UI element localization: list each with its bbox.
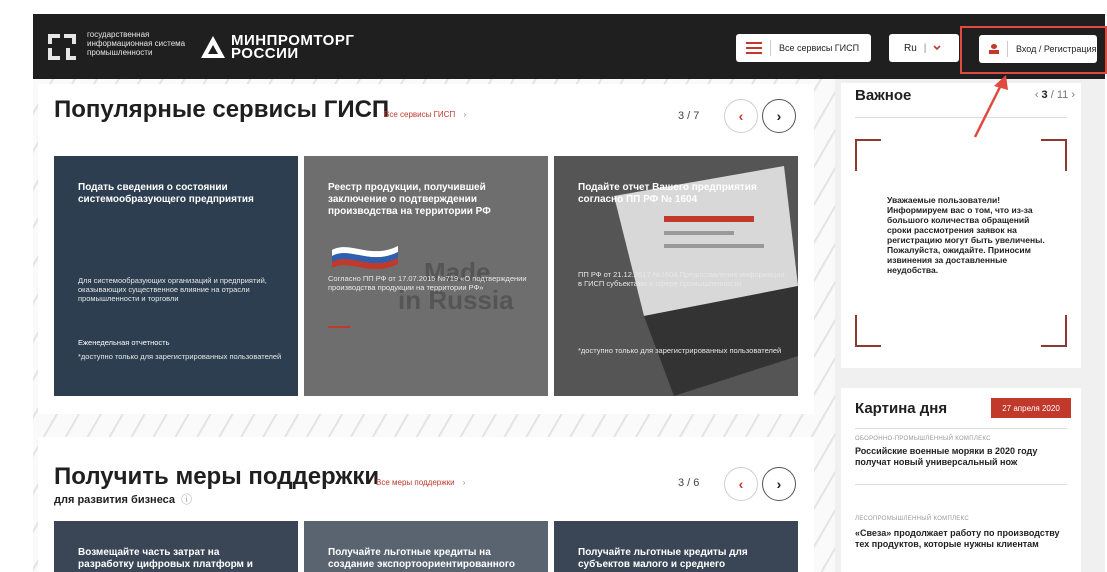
frame-corner [1041,315,1067,347]
news-category: ОБОРОННО-ПРОМЫШЛЕННЫЙ КОМПЛЕКС [855,436,991,442]
login-register-button[interactable]: Вход / Регистрация [979,35,1097,63]
ministry-logo-icon[interactable] [201,36,225,58]
service-card-system-enterprise[interactable]: Подать сведения о состоянии системообраз… [54,156,298,396]
divider [855,117,1067,118]
prev-arrow-button[interactable]: ‹ [724,99,758,133]
support-subtitle-text: для развития бизнеса [54,494,176,506]
chevron-right-icon: › [776,476,782,492]
chevron-right-icon: › [463,110,467,119]
divider [855,428,1067,429]
service-card-text: Для системообразующих организаций и пред… [78,276,267,303]
next-arrow-button[interactable]: › [762,467,796,501]
support-card-title: Получайте льготные кредиты на создание э… [328,547,516,570]
divider [1007,41,1008,57]
day-picture-widget: Картина дня 27 апреля 2020 ОБОРОННО-ПРОМ… [841,388,1081,572]
gisp-logo-text: государственная информационная система п… [87,30,186,57]
site-header: государственная информационная система п… [33,14,1107,79]
support-card-digital-platforms[interactable]: Возмещайте часть затрат на разработку ци… [54,521,298,572]
important-pager-current: 3 [1041,89,1048,101]
login-register-label: Вход / Регистрация [1016,44,1097,54]
support-card-sme-credits[interactable]: Получайте льготные кредиты для субъектов… [554,521,798,572]
chevron-right-icon[interactable]: › [1071,89,1075,101]
user-icon [989,44,999,54]
news-category: ЛЕСОПРОМЫШЛЕННЫЙ КОМПЛЕКС [855,516,969,522]
support-pager: 3 / 6 [678,477,700,489]
ministry-logo-text: МИНПРОМТОРГ РОССИИ [231,33,354,61]
support-card-title: Получайте льготные кредиты для субъектов… [578,547,748,570]
important-pager: ‹ 3 / 11 › [1035,89,1075,101]
service-card-note: *доступно только для зарегистрированных … [578,346,782,355]
service-card-note: *доступно только для зарегистрированных … [78,352,282,361]
right-sidebar: Важное ‹ 3 / 11 › Уважаемые пользователи… [835,79,1105,572]
important-message: Уважаемые пользователи! Информируем вас … [887,195,1045,275]
all-support-link-label: Все меры поддержки [376,478,455,487]
chevron-left-icon: ‹ [738,476,744,492]
chevron-left-icon: ‹ [738,108,744,124]
accent-bar [328,326,350,328]
popular-services-section: Популярные сервисы ГИСП Все сервисы ГИСП… [38,84,814,414]
burger-menu-icon [746,39,762,57]
service-card-title: Подайте отчет Вашего предприятия согласн… [578,182,757,205]
date-badge: 27 апреля 2020 [991,398,1071,418]
service-card-text: Согласно ПП РФ от 17.07.2015 №719 «О под… [328,274,527,292]
service-card-product-registry[interactable]: Made in Russia Реестр продукции, получив… [304,156,548,396]
support-title: Получить меры поддержки [54,463,380,490]
important-pager-total: / 11 [1050,89,1069,101]
service-card-title: Реестр продукции, получившей заключение … [328,182,491,217]
frame-corner [855,315,881,347]
support-measures-section: Получить меры поддержки для развития биз… [38,437,814,572]
info-icon[interactable]: ⓘ [181,494,192,506]
important-widget: Важное ‹ 3 / 11 › Уважаемые пользователи… [841,83,1081,368]
news-title-link[interactable]: «Свеза» продолжает работу по производств… [855,528,1075,550]
divider [855,484,1067,485]
all-support-link[interactable]: Все меры поддержки › [376,478,465,487]
support-subtitle: для развития бизнеса ⓘ [54,491,192,507]
login-highlight-box: Вход / Регистрация [960,26,1107,74]
all-services-label: Все сервисы ГИСП [779,43,860,53]
support-card-export-credits[interactable]: Получайте льготные кредиты на создание э… [304,521,548,572]
divider [770,40,771,56]
service-card-extra: Еженедельная отчетность [78,338,170,347]
chevron-left-icon[interactable]: ‹ [1035,89,1039,101]
day-picture-title: Картина дня [855,400,948,417]
prev-arrow-button[interactable]: ‹ [724,467,758,501]
service-card-text: ПП РФ от 21.12.2017 №1604 Предоставление… [578,270,785,288]
gisp-logo-icon[interactable] [46,30,80,64]
chevron-right-icon: › [776,108,782,124]
all-services-button[interactable]: Все сервисы ГИСП [736,34,871,62]
divider: | [923,42,927,54]
all-services-link-label: Все сервисы ГИСП [384,110,456,119]
page: государственная информационная система п… [0,0,1107,572]
frame-corner [855,139,881,171]
next-arrow-button[interactable]: › [762,99,796,133]
popular-pager: 3 / 7 [678,110,700,122]
news-title-link[interactable]: Российские военные моряки в 2020 году по… [855,446,1075,468]
frame-corner [1041,139,1067,171]
chevron-down-icon [933,45,941,51]
language-code: Ru [904,42,917,54]
service-card-title: Подать сведения о состоянии системообраз… [78,182,254,205]
popular-services-title: Популярные сервисы ГИСП [54,96,390,123]
chevron-right-icon: › [462,478,466,487]
support-card-title: Возмещайте часть затрат на разработку ци… [78,547,253,570]
flag-ribbon-icon [332,246,398,270]
language-select[interactable]: Ru | [889,34,959,62]
all-services-link[interactable]: Все сервисы ГИСП › [384,110,466,119]
service-card-report-1604[interactable]: Подайте отчет Вашего предприятия согласн… [554,156,798,396]
important-title: Важное [855,87,912,104]
